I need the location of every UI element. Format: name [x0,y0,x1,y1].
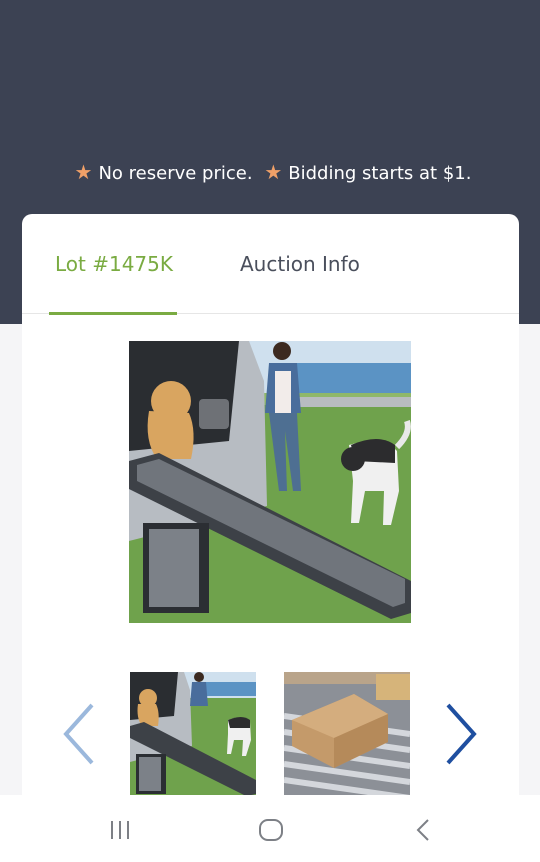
bidding-start-text: Bidding starts at $1. [288,163,472,184]
chevron-left-icon[interactable] [60,701,100,767]
main-product-image[interactable] [129,341,411,623]
lot-card: Lot #1475K Auction Info [22,214,519,814]
no-reserve-text: No reserve price. [98,163,253,184]
recent-apps-icon[interactable] [105,815,135,845]
back-icon[interactable] [408,815,438,845]
home-icon[interactable] [256,815,286,845]
star-icon: ★ [264,160,283,184]
reserve-notice: ★ No reserve price. ★ Bidding starts at $1… [0,160,540,184]
tab-bar: Lot #1475K Auction Info [22,214,519,315]
active-tab-indicator [49,312,177,315]
tab-lot[interactable]: Lot #1475K [55,252,173,276]
thumbnail-image[interactable] [284,672,410,798]
star-icon: ★ [74,160,93,184]
system-nav-bar [0,795,540,862]
chevron-right-icon[interactable] [440,701,480,767]
tab-auction-info[interactable]: Auction Info [240,252,360,276]
thumbnail-image[interactable] [130,672,256,798]
